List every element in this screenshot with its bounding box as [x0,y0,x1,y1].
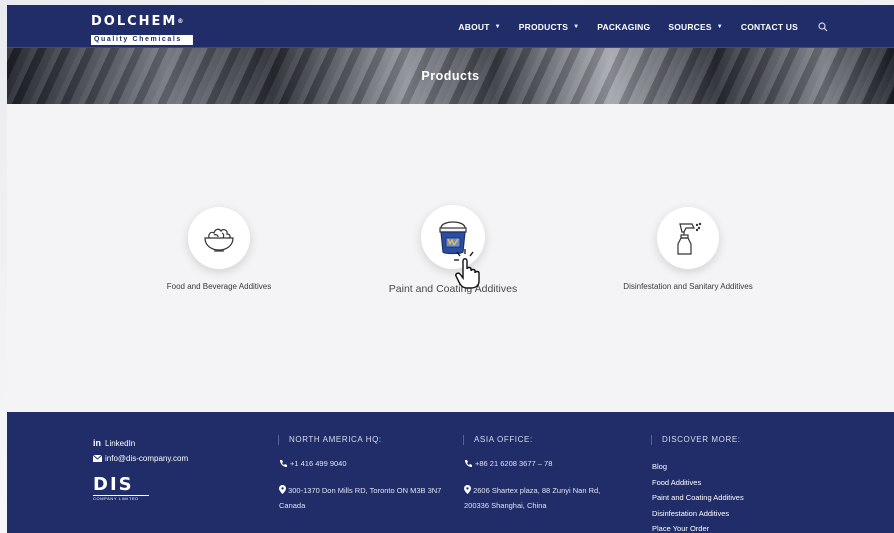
asia-office-phone-number: +86 21 6208 3677 – 78 [475,459,553,468]
discover-more-links: Blog Food Additives Paint and Coating Ad… [652,459,744,533]
dis-logo-wordmark: DIS [93,474,134,495]
dis-company-logo[interactable]: DIS COMPANY LIMITED [93,476,153,502]
nav-packaging[interactable]: PACKAGING [597,22,650,32]
spray-bottle-icon [677,222,702,255]
nav-products[interactable]: PRODUCTS ▼ [519,22,579,32]
footer-link-disinfestation[interactable]: Disinfestation Additives [652,506,744,522]
north-america-address: 300-1370 Don Mills RD, Toronto ON M3B 3N… [279,483,449,513]
food-bowl-icon [204,228,234,252]
page-title: Products [421,69,480,83]
footer-link-place-order[interactable]: Place Your Order [652,521,744,533]
product-label[interactable]: Food and Beverage Additives [119,282,319,291]
chevron-down-icon: ▼ [573,23,580,30]
north-america-phone[interactable]: +1 416 499 9040 [279,459,347,468]
footer-link-food-additives[interactable]: Food Additives [652,475,744,491]
chevron-down-icon: ▼ [716,23,723,30]
asia-office-heading: ASIA OFFICE: [463,435,533,445]
product-icon-circle[interactable] [188,207,250,269]
map-pin-icon [279,485,286,494]
nav-contact-us[interactable]: CONTACT US [741,22,798,32]
phone-icon [465,460,472,467]
phone-icon [280,460,287,467]
discover-more-heading: DISCOVER MORE: [651,435,741,445]
search-icon[interactable] [818,21,828,32]
dolchem-logo[interactable]: DOLCHEM® Quality Chemicals [91,14,199,45]
nav-sources[interactable]: SOURCES ▼ [668,22,723,32]
nav-contact-us-label: CONTACT US [740,21,798,32]
asia-office-address: 2606 Shartex plaza, 88 Zunyi Nan Rd, 200… [464,483,624,513]
linkedin-link[interactable]: in LinkedIn [93,438,135,448]
email-address: info@dis-company.com [105,454,189,463]
asia-office-phone[interactable]: +86 21 6208 3677 – 78 [464,459,552,468]
north-america-phone-number: +1 416 499 9040 [290,459,347,468]
top-navbar: DOLCHEM® Quality Chemicals ABOUT ▼ PRODU… [7,5,894,48]
footer-link-paint-coating[interactable]: Paint and Coating Additives [652,490,744,506]
email-link[interactable]: info@dis-company.com [93,454,188,463]
logo-trademark: ® [177,18,184,25]
product-food-beverage[interactable]: Food and Beverage Additives [119,207,319,291]
site-footer: in LinkedIn info@dis-company.com DIS COM… [7,412,894,533]
dis-logo-subtitle: COMPANY LIMITED [93,495,149,501]
nav-products-label: PRODUCTS [518,21,569,32]
nav-about[interactable]: ABOUT ▼ [458,22,500,32]
nav-sources-label: SOURCES [668,21,712,32]
logo-wordmark: DOLCHEM [91,14,178,29]
page-banner: Products [7,48,894,104]
north-america-heading: NORTH AMERICA HQ: [278,435,382,445]
page: DOLCHEM® Quality Chemicals ABOUT ▼ PRODU… [7,5,894,533]
map-pin-icon [464,485,471,494]
north-america-address-text: 300-1370 Don Mills RD, Toronto ON M3B 3N… [279,486,442,510]
envelope-icon [93,455,102,462]
hand-pointer-cursor-icon [454,249,480,289]
main-nav: ABOUT ▼ PRODUCTS ▼ PACKAGING SOURCES ▼ C… [440,5,828,48]
linkedin-label: LinkedIn [105,438,136,448]
logo-tagline: Quality Chemicals [91,35,193,45]
chevron-down-icon: ▼ [494,23,501,30]
linkedin-icon: in [93,438,101,448]
asia-office-address-text: 2606 Shartex plaza, 88 Zunyi Nan Rd, 200… [464,486,601,510]
footer-link-blog[interactable]: Blog [652,459,744,475]
nav-packaging-label: PACKAGING [597,21,651,32]
nav-about-label: ABOUT [458,21,490,32]
product-label[interactable]: Disinfestation and Sanitary Additives [588,282,788,291]
product-disinfestation-sanitary[interactable]: Disinfestation and Sanitary Additives [588,207,788,291]
product-icon-circle[interactable] [657,207,719,269]
